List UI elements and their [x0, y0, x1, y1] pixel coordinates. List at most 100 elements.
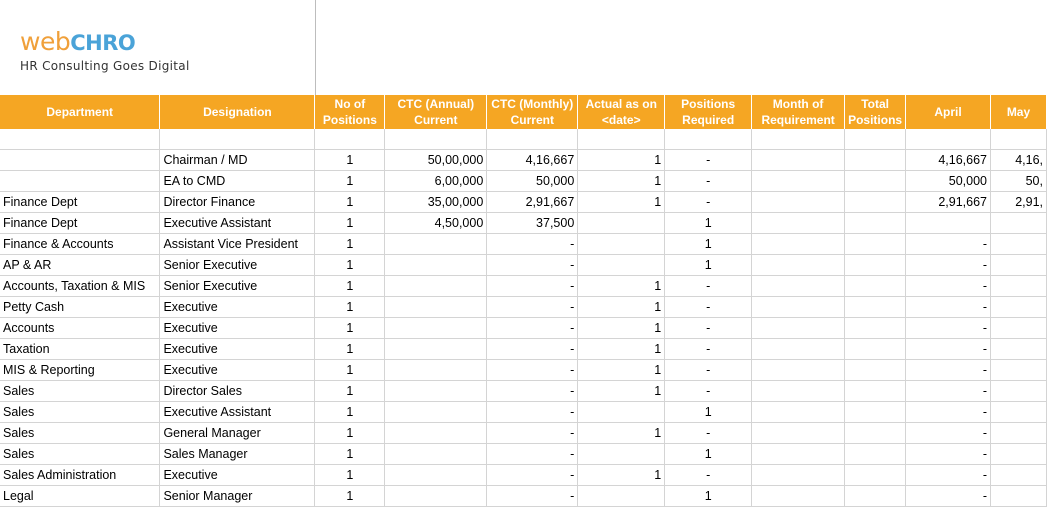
cell-april[interactable]: - — [905, 296, 991, 318]
cell-ctc-annual[interactable] — [384, 464, 488, 486]
cell-department[interactable] — [0, 149, 161, 171]
cell-april[interactable]: - — [905, 485, 991, 507]
cell-ctc-monthly[interactable]: - — [486, 317, 579, 339]
cell-positions-required[interactable]: - — [664, 338, 753, 360]
cell-ctc-annual[interactable]: 6,00,000 — [384, 170, 488, 192]
cell-april[interactable]: - — [905, 401, 991, 423]
cell-no-of-positions[interactable]: 1 — [314, 338, 386, 360]
cell-april[interactable] — [905, 129, 991, 150]
cell-ctc-annual[interactable]: 4,50,000 — [384, 212, 488, 234]
cell-no-of-positions[interactable]: 1 — [314, 254, 386, 276]
cell-ctc-monthly[interactable]: - — [486, 401, 579, 423]
cell-no-of-positions[interactable]: 1 — [314, 401, 386, 423]
cell-actual-as-on[interactable] — [577, 401, 666, 423]
cell-positions-required[interactable] — [664, 129, 753, 150]
cell-may[interactable]: 50, — [990, 170, 1047, 192]
cell-april[interactable]: - — [905, 443, 991, 465]
cell-positions-required[interactable]: - — [664, 170, 753, 192]
cell-april[interactable]: - — [905, 275, 991, 297]
cell-no-of-positions[interactable]: 1 — [314, 275, 386, 297]
cell-total-positions[interactable] — [844, 149, 907, 171]
cell-actual-as-on[interactable] — [577, 485, 666, 507]
column-header-may[interactable]: May — [990, 95, 1047, 129]
cell-month-of-requirement[interactable] — [751, 422, 846, 444]
cell-total-positions[interactable] — [844, 485, 907, 507]
cell-total-positions[interactable] — [844, 401, 907, 423]
cell-month-of-requirement[interactable] — [751, 485, 846, 507]
cell-designation[interactable]: Director Sales — [159, 380, 316, 402]
cell-actual-as-on[interactable]: 1 — [577, 296, 666, 318]
cell-month-of-requirement[interactable] — [751, 380, 846, 402]
cell-designation[interactable]: Senior Manager — [159, 485, 316, 507]
cell-designation[interactable]: Chairman / MD — [159, 149, 316, 171]
cell-ctc-monthly[interactable]: - — [486, 233, 579, 255]
cell-april[interactable]: - — [905, 254, 991, 276]
cell-designation[interactable]: Sales Manager — [159, 443, 316, 465]
cell-ctc-annual[interactable] — [384, 443, 488, 465]
cell-department[interactable]: Finance Dept — [0, 191, 161, 213]
cell-month-of-requirement[interactable] — [751, 275, 846, 297]
cell-positions-required[interactable]: 1 — [664, 485, 753, 507]
cell-ctc-annual[interactable]: 50,00,000 — [384, 149, 488, 171]
column-header-designation[interactable]: Designation — [159, 95, 316, 129]
cell-ctc-monthly[interactable]: - — [486, 464, 579, 486]
cell-may[interactable] — [990, 464, 1047, 486]
cell-ctc-annual[interactable] — [384, 338, 488, 360]
cell-ctc-monthly[interactable]: - — [486, 485, 579, 507]
cell-ctc-annual[interactable] — [384, 296, 488, 318]
cell-month-of-requirement[interactable] — [751, 254, 846, 276]
cell-actual-as-on[interactable]: 1 — [577, 359, 666, 381]
cell-total-positions[interactable] — [844, 275, 907, 297]
cell-department[interactable]: Finance & Accounts — [0, 233, 161, 255]
cell-total-positions[interactable] — [844, 212, 907, 234]
cell-department[interactable]: Accounts — [0, 317, 161, 339]
cell-april[interactable]: 50,000 — [905, 170, 991, 192]
cell-positions-required[interactable]: - — [664, 380, 753, 402]
cell-may[interactable] — [990, 422, 1047, 444]
cell-total-positions[interactable] — [844, 233, 907, 255]
cell-positions-required[interactable]: - — [664, 149, 753, 171]
cell-may[interactable] — [990, 485, 1047, 507]
cell-positions-required[interactable]: 1 — [664, 212, 753, 234]
column-header-total-positions[interactable]: Total Positions — [844, 95, 907, 129]
cell-april[interactable]: - — [905, 422, 991, 444]
cell-actual-as-on[interactable] — [577, 233, 666, 255]
cell-may[interactable] — [990, 233, 1047, 255]
cell-month-of-requirement[interactable] — [751, 149, 846, 171]
cell-actual-as-on[interactable]: 1 — [577, 317, 666, 339]
cell-designation[interactable]: Director Finance — [159, 191, 316, 213]
cell-may[interactable] — [990, 129, 1047, 150]
cell-ctc-annual[interactable] — [384, 422, 488, 444]
cell-no-of-positions[interactable]: 1 — [314, 422, 386, 444]
cell-ctc-annual[interactable] — [384, 233, 488, 255]
cell-april[interactable]: - — [905, 380, 991, 402]
cell-actual-as-on[interactable] — [577, 254, 666, 276]
cell-month-of-requirement[interactable] — [751, 317, 846, 339]
cell-month-of-requirement[interactable] — [751, 359, 846, 381]
cell-designation[interactable]: Executive — [159, 464, 316, 486]
cell-total-positions[interactable] — [844, 443, 907, 465]
cell-department[interactable]: MIS & Reporting — [0, 359, 161, 381]
cell-ctc-annual[interactable] — [384, 317, 488, 339]
cell-ctc-monthly[interactable] — [486, 129, 579, 150]
cell-designation[interactable]: Executive — [159, 296, 316, 318]
cell-total-positions[interactable] — [844, 338, 907, 360]
cell-positions-required[interactable]: - — [664, 275, 753, 297]
cell-department[interactable] — [0, 129, 161, 150]
cell-ctc-monthly[interactable]: 50,000 — [486, 170, 579, 192]
cell-month-of-requirement[interactable] — [751, 443, 846, 465]
cell-no-of-positions[interactable]: 1 — [314, 296, 386, 318]
cell-department[interactable]: Accounts, Taxation & MIS — [0, 275, 161, 297]
cell-may[interactable] — [990, 380, 1047, 402]
cell-designation[interactable] — [159, 129, 316, 150]
cell-month-of-requirement[interactable] — [751, 401, 846, 423]
cell-actual-as-on[interactable] — [577, 129, 666, 150]
cell-ctc-monthly[interactable]: - — [486, 296, 579, 318]
column-header-no-of-positions[interactable]: No of Positions — [314, 95, 386, 129]
cell-designation[interactable]: Executive — [159, 317, 316, 339]
cell-ctc-monthly[interactable]: - — [486, 254, 579, 276]
cell-no-of-positions[interactable]: 1 — [314, 317, 386, 339]
cell-total-positions[interactable] — [844, 464, 907, 486]
cell-total-positions[interactable] — [844, 254, 907, 276]
cell-actual-as-on[interactable]: 1 — [577, 422, 666, 444]
